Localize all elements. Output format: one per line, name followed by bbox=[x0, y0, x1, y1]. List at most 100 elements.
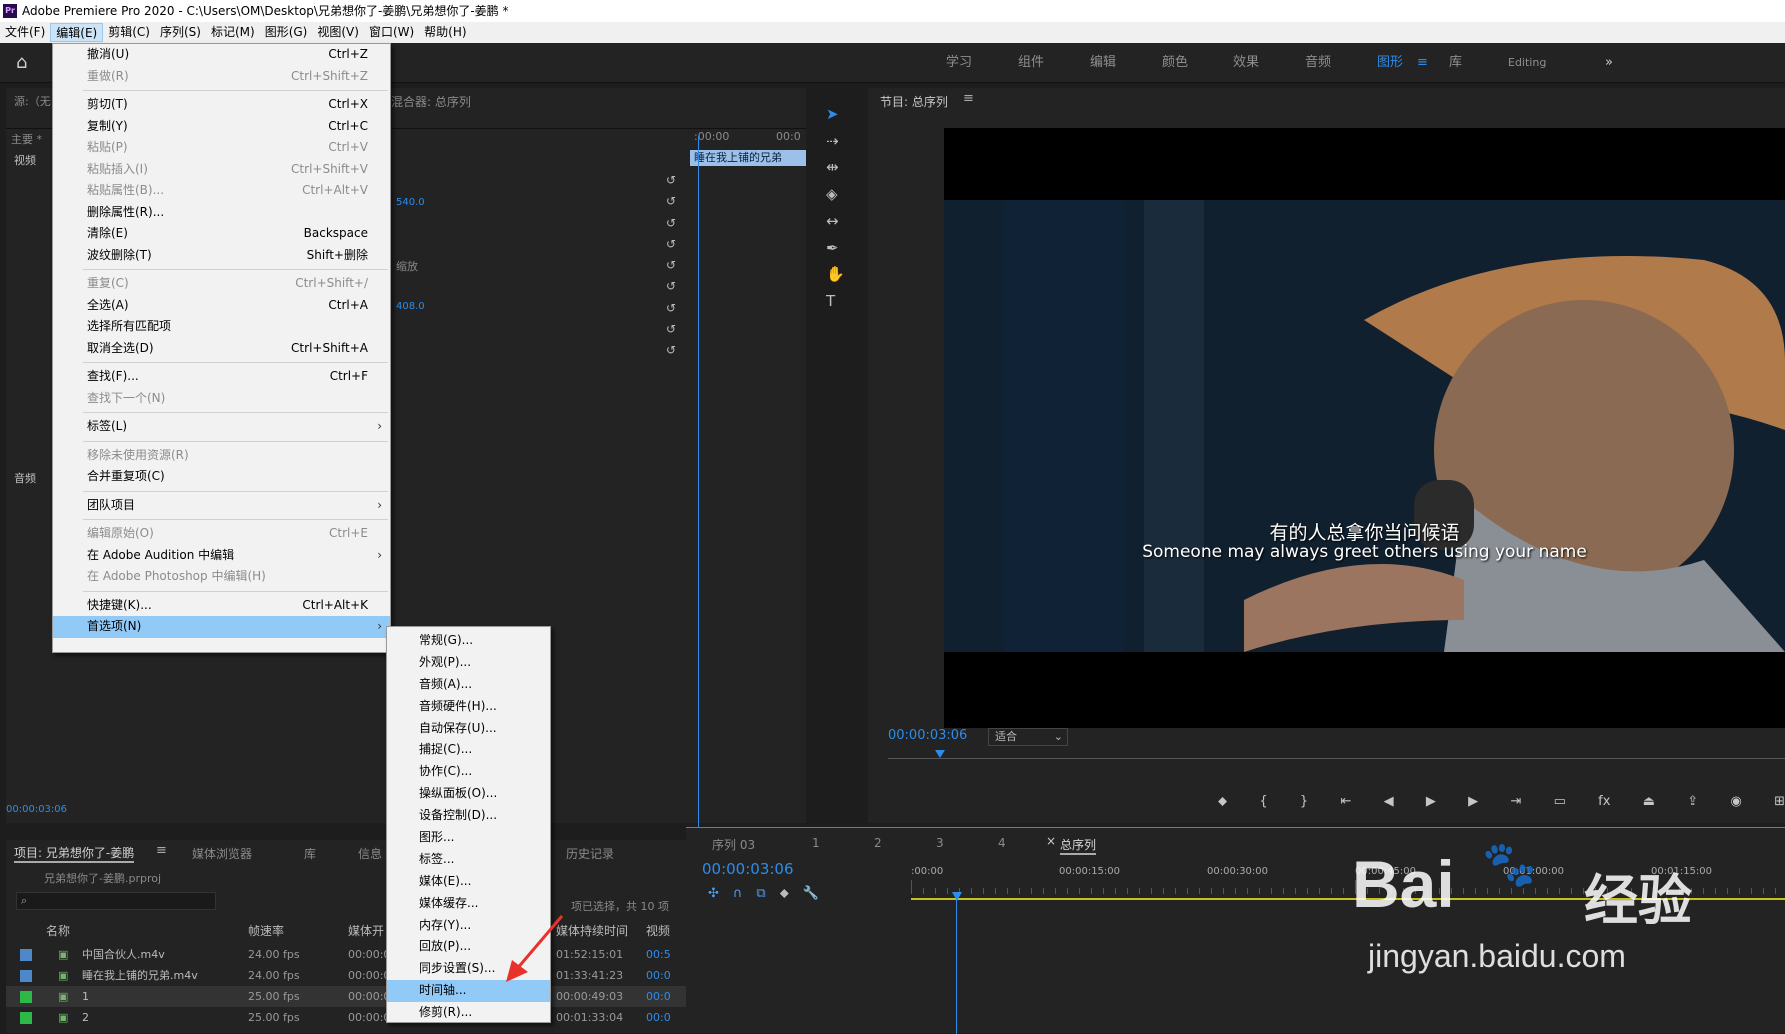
extract-icon[interactable]: ⇪ bbox=[1687, 794, 1698, 814]
preferences-item[interactable]: 音频硬件(H)... bbox=[387, 696, 550, 718]
workspace-audio[interactable]: 音频 bbox=[1305, 43, 1331, 83]
mark-in-icon[interactable]: { bbox=[1259, 794, 1267, 814]
edit-menu-item[interactable]: 清除(E) Backspace bbox=[53, 223, 390, 245]
fx-icon[interactable]: fx bbox=[1598, 794, 1610, 814]
add-marker-icon[interactable]: ⬥ bbox=[1218, 794, 1227, 814]
menu-window[interactable]: 窗口(W) bbox=[364, 23, 419, 42]
workspace-effects[interactable]: 效果 bbox=[1233, 43, 1259, 83]
hand-tool-icon[interactable]: ✋ bbox=[826, 266, 845, 282]
step-forward-icon[interactable]: ▶ bbox=[1468, 794, 1478, 814]
col-framerate[interactable]: 帧速率 bbox=[248, 922, 284, 939]
edit-menu-item[interactable]: 删除属性(R)... bbox=[53, 202, 390, 224]
preferences-item[interactable]: 操纵面板(O)... bbox=[387, 783, 550, 805]
menu-file[interactable]: 文件(F) bbox=[0, 23, 50, 42]
reset-icon[interactable]: ↺ bbox=[666, 255, 686, 276]
project-row[interactable]: ▣ 1 25.00 fps 00:00:0 00:00:49:03 00:0 bbox=[6, 986, 689, 1007]
timeline-tab-master[interactable]: 总序列 bbox=[1060, 836, 1097, 855]
edit-menu-item[interactable]: 剪切(T) Ctrl+X bbox=[53, 94, 390, 116]
preferences-item[interactable]: 标签... bbox=[387, 849, 550, 871]
program-timecode[interactable]: 00:00:03:06 bbox=[888, 728, 967, 743]
preferences-item[interactable]: 修剪(R)... bbox=[387, 1002, 550, 1024]
preferences-item[interactable]: 自动保存(U)... bbox=[387, 718, 550, 740]
reset-icon[interactable]: ↺ bbox=[666, 170, 686, 191]
edit-menu-item[interactable]: 编辑原始(O) Ctrl+E bbox=[53, 523, 390, 545]
col-media-start[interactable]: 媒体开 bbox=[348, 922, 384, 939]
workspace-libraries[interactable]: 库 bbox=[1449, 43, 1462, 83]
edit-menu-item[interactable]: 粘贴属性(B)... Ctrl+Alt+V bbox=[53, 180, 390, 202]
type-tool-icon[interactable]: T bbox=[826, 293, 835, 309]
menu-view[interactable]: 视图(V) bbox=[312, 23, 364, 42]
col-name[interactable]: 名称 bbox=[46, 922, 70, 939]
edit-menu-item[interactable]: 首选项(N) › bbox=[53, 616, 390, 638]
timeline-tab-3[interactable]: 3 bbox=[936, 836, 944, 850]
libraries-tab[interactable]: 库 bbox=[304, 845, 316, 862]
menu-clip[interactable]: 剪辑(C) bbox=[103, 23, 155, 42]
project-search-input[interactable]: ⌕ bbox=[16, 892, 216, 910]
label-color-swatch[interactable] bbox=[20, 949, 32, 961]
timeline-tab-4[interactable]: 4 bbox=[998, 836, 1006, 850]
label-color-swatch[interactable] bbox=[20, 970, 32, 982]
edit-menu-item[interactable]: 撤消(U) Ctrl+Z bbox=[53, 44, 390, 66]
info-tab[interactable]: 信息 bbox=[358, 845, 382, 862]
label-color-swatch[interactable] bbox=[20, 991, 32, 1003]
position-value[interactable]: 540.0 bbox=[396, 197, 425, 208]
reset-icon[interactable]: ↺ bbox=[666, 276, 686, 297]
edit-menu-item[interactable]: 合并重复项(C) bbox=[53, 466, 390, 488]
audio-mixer-tab[interactable]: 混合器: 总序列 bbox=[391, 93, 471, 110]
play-icon[interactable]: ▶ bbox=[1426, 794, 1436, 814]
edit-menu-item[interactable]: 在 Adobe Audition 中编辑 › bbox=[53, 545, 390, 567]
wrench-icon[interactable]: 🔧 bbox=[803, 886, 819, 902]
history-tab[interactable]: 历史记录 bbox=[566, 845, 614, 862]
safe-margins-icon[interactable]: ▭ bbox=[1554, 794, 1566, 814]
workspace-graphics[interactable]: 图形 bbox=[1377, 43, 1403, 83]
reset-icon[interactable]: ↺ bbox=[666, 213, 686, 234]
edit-menu-item[interactable]: 重复(C) Ctrl+Shift+/ bbox=[53, 273, 390, 295]
workspace-menu-icon[interactable]: ≡ bbox=[1417, 43, 1428, 83]
ripple-edit-tool-icon[interactable]: ⇹ bbox=[826, 159, 839, 175]
edit-menu-item[interactable]: 粘贴(P) Ctrl+V bbox=[53, 137, 390, 159]
go-to-out-icon[interactable]: ⇥ bbox=[1510, 794, 1521, 814]
panel-menu-icon[interactable]: ≡ bbox=[156, 843, 167, 858]
preferences-item[interactable]: 外观(P)... bbox=[387, 652, 550, 674]
edit-menu-item[interactable]: 移除未使用资源(R) bbox=[53, 445, 390, 467]
effect-timecode[interactable]: 00:00:03:06 bbox=[6, 804, 67, 815]
nest-icon[interactable]: ✣ bbox=[708, 886, 719, 902]
timeline-tab-2[interactable]: 2 bbox=[874, 836, 882, 850]
source-tab[interactable]: 源:（无 bbox=[14, 93, 51, 109]
menu-markers[interactable]: 标记(M) bbox=[206, 23, 260, 42]
edit-menu-item[interactable]: 选择所有匹配项 bbox=[53, 316, 390, 338]
edit-menu-item[interactable]: 重做(R) Ctrl+Shift+Z bbox=[53, 66, 390, 88]
edit-menu-item[interactable]: 粘贴插入(I) Ctrl+Shift+V bbox=[53, 159, 390, 181]
razor-tool-icon[interactable]: ◈ bbox=[826, 186, 838, 202]
track-select-tool-icon[interactable]: ⇢ bbox=[826, 133, 839, 149]
program-playhead[interactable] bbox=[935, 750, 945, 758]
reset-icon[interactable]: ↺ bbox=[666, 298, 686, 319]
anchor-value[interactable]: 408.0 bbox=[396, 301, 425, 312]
edit-menu-item[interactable]: 在 Adobe Photoshop 中编辑(H) bbox=[53, 566, 390, 588]
more-workspaces-icon[interactable]: » bbox=[1605, 43, 1613, 83]
edit-menu-item[interactable]: 快捷键(K)... Ctrl+Alt+K bbox=[53, 595, 390, 617]
preferences-item[interactable]: 设备控制(D)... bbox=[387, 805, 550, 827]
pen-tool-icon[interactable]: ✒ bbox=[826, 240, 839, 256]
project-row[interactable]: ▣ 睡在我上铺的兄弟.m4v 24.00 fps 00:00:0 01:33:41:23… bbox=[6, 965, 689, 986]
close-icon[interactable]: × bbox=[1046, 834, 1056, 848]
project-row[interactable]: ▣ 2 25.00 fps 00:00:0 00:01:33:04 00:0 bbox=[6, 1007, 689, 1028]
zoom-fit-select[interactable]: 适合 ⌄ bbox=[988, 728, 1068, 746]
camera-icon[interactable]: ◉ bbox=[1730, 794, 1741, 814]
media-browser-tab[interactable]: 媒体浏览器 bbox=[192, 845, 252, 862]
workspace-learn[interactable]: 学习 bbox=[946, 43, 972, 83]
col-video[interactable]: 视频 bbox=[646, 922, 670, 939]
project-tab[interactable]: 项目: 兄弟想你了-姜鹏 bbox=[14, 844, 135, 863]
edit-menu-item[interactable]: 查找(F)... Ctrl+F bbox=[53, 366, 390, 388]
label-color-swatch[interactable] bbox=[20, 1012, 32, 1024]
mark-out-icon[interactable]: } bbox=[1300, 794, 1308, 814]
project-row[interactable]: ▣ 中国合伙人.m4v 24.00 fps 00:00:0 01:52:15:01 00:… bbox=[6, 944, 689, 965]
edit-menu-item[interactable]: 波纹删除(T) Shift+删除 bbox=[53, 245, 390, 267]
menu-edit[interactable]: 编辑(E) bbox=[50, 23, 104, 42]
reset-icon[interactable]: ↺ bbox=[666, 234, 686, 255]
mini-playhead[interactable] bbox=[698, 136, 699, 876]
button-editor-icon[interactable]: ⊞ bbox=[1774, 794, 1785, 814]
menu-sequence[interactable]: 序列(S) bbox=[155, 23, 206, 42]
go-to-in-icon[interactable]: ⇤ bbox=[1340, 794, 1351, 814]
workspace-color[interactable]: 颜色 bbox=[1162, 43, 1188, 83]
